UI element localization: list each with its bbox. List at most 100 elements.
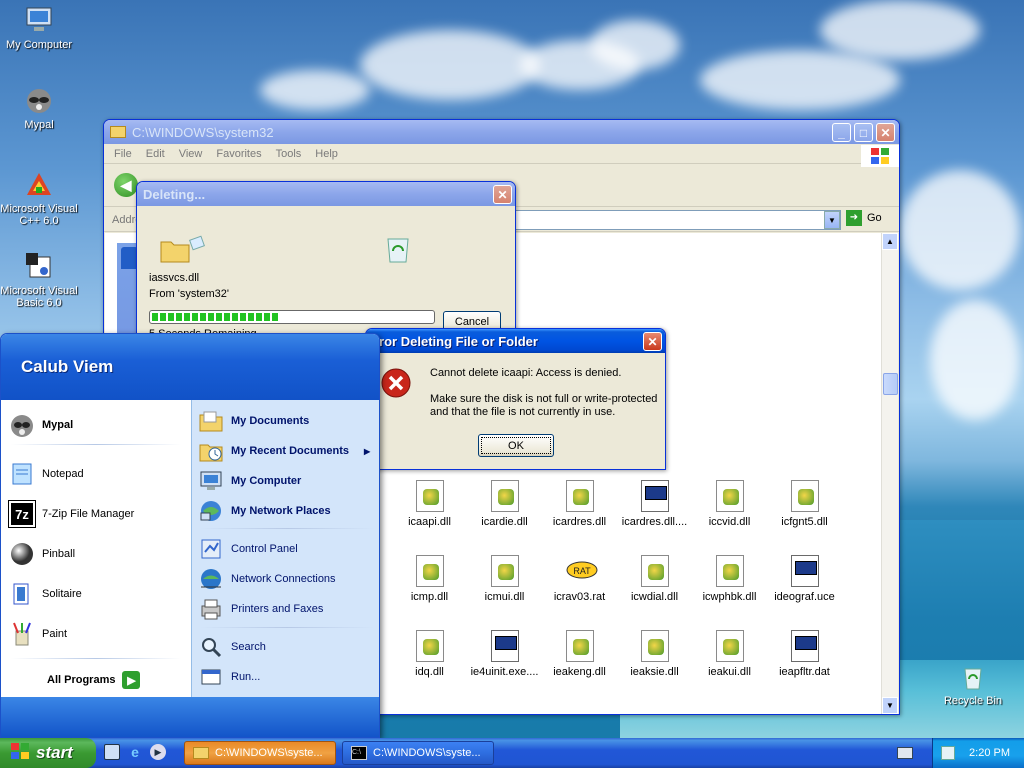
file-name: icwphbk.dll: [702, 591, 757, 603]
file-item[interactable]: idq.dll: [392, 630, 467, 678]
start-item-printers-faxes[interactable]: Printers and Faxes: [198, 594, 323, 624]
deleting-close-button[interactable]: ✕: [493, 185, 512, 204]
error-dialog[interactable]: rror Deleting File or Folder ✕ Cannot de…: [365, 328, 666, 470]
error-titlebar[interactable]: rror Deleting File or Folder: [366, 329, 665, 353]
file-item[interactable]: icaapi.dll: [392, 480, 467, 528]
start-item-my-network-places[interactable]: My Network Places: [198, 496, 331, 526]
flying-folder-icon: [159, 234, 209, 267]
menu-help[interactable]: Help: [315, 148, 338, 160]
task-cmd[interactable]: C:\ C:\WINDOWS\syste...: [342, 741, 494, 765]
scroll-thumb[interactable]: [883, 373, 898, 395]
file-item[interactable]: ieakeng.dll: [542, 630, 617, 678]
progress-bar: [149, 310, 435, 324]
file-item[interactable]: icwdial.dll: [617, 555, 692, 603]
task-explorer[interactable]: C:\WINDOWS\syste...: [184, 741, 336, 765]
keyboard-icon[interactable]: [897, 747, 913, 759]
file-item[interactable]: icmp.dll: [392, 555, 467, 603]
start-item-search[interactable]: Search: [198, 632, 266, 662]
start-item-network-connections[interactable]: Network Connections: [198, 564, 336, 594]
file-item[interactable]: icardres.dll: [542, 480, 617, 528]
printer-icon: [198, 596, 224, 622]
file-item[interactable]: icmui.dll: [467, 555, 542, 603]
dll-file-icon: [565, 630, 594, 662]
start-item-solitaire[interactable]: Solitaire: [9, 579, 82, 609]
start-item-paint[interactable]: Paint: [9, 619, 67, 649]
recycle-bin-icon: [383, 234, 413, 267]
go-button[interactable]: ➜ Go: [846, 210, 882, 226]
file-item[interactable]: ieakui.dll: [692, 630, 767, 678]
paint-icon: [9, 621, 35, 647]
menu-view[interactable]: View: [179, 148, 203, 160]
system-file-icon: [490, 630, 519, 662]
desktop-icon-visual-cpp[interactable]: Microsoft Visual C++ 6.0: [0, 168, 78, 227]
file-item[interactable]: icwphbk.dll: [692, 555, 767, 603]
dll-file-icon: [790, 480, 819, 512]
start-button[interactable]: start: [0, 738, 96, 768]
file-item[interactable]: RAT icrav03.rat: [542, 555, 617, 603]
network-icon: [198, 498, 224, 524]
start-item-mypal[interactable]: Mypal: [9, 410, 73, 440]
dialog-title: Deleting...: [143, 186, 206, 202]
quick-launch: e ▶: [104, 744, 166, 760]
dll-file-icon: [715, 555, 744, 587]
file-item[interactable]: icardie.dll: [467, 480, 542, 528]
show-desktop-icon[interactable]: [104, 744, 120, 760]
file-item[interactable]: icfgnt5.dll: [767, 480, 842, 528]
start-item-notepad[interactable]: Notepad: [9, 459, 84, 489]
progress-fill: [152, 313, 278, 321]
file-item[interactable]: icardres.dll....: [617, 480, 692, 528]
start-menu-left-column: Mypal Notepad 7z 7-Zip File Manager Pinb…: [1, 400, 191, 697]
explorer-titlebar[interactable]: C:\WINDOWS\system32: [104, 120, 899, 144]
vertical-scrollbar[interactable]: ▲ ▼: [881, 233, 898, 714]
deleting-titlebar[interactable]: Deleting...: [137, 182, 515, 206]
minimize-button[interactable]: _: [832, 123, 851, 142]
address-dropdown-button[interactable]: ▼: [824, 211, 840, 229]
menu-file[interactable]: File: [114, 148, 132, 160]
ok-button[interactable]: OK: [478, 434, 554, 457]
recycle-tray-icon[interactable]: [941, 746, 956, 760]
start-item-control-panel[interactable]: Control Panel: [198, 534, 298, 564]
dll-file-icon: [490, 480, 519, 512]
desktop-icon-my-computer[interactable]: My Computer: [0, 4, 78, 51]
deleting-dialog[interactable]: Deleting... ✕ iassvcs.dll From 'system32…: [136, 181, 516, 341]
menu-edit[interactable]: Edit: [146, 148, 165, 160]
file-name: ieakui.dll: [708, 666, 751, 678]
system-file-icon: [640, 480, 669, 512]
file-item[interactable]: ieaksie.dll: [617, 630, 692, 678]
desktop-icon-visual-basic[interactable]: Microsoft Visual Basic 6.0: [0, 250, 78, 309]
start-item-pinball[interactable]: Pinball: [9, 539, 75, 569]
7zip-icon: 7z: [8, 500, 36, 528]
chevron-down-icon: ▼: [828, 215, 836, 225]
dll-file-icon: [565, 480, 594, 512]
file-item[interactable]: ideograf.uce: [767, 555, 842, 603]
menu-favorites[interactable]: Favorites: [216, 148, 261, 160]
file-item[interactable]: ie4uinit.exe....: [467, 630, 542, 678]
internet-explorer-icon[interactable]: e: [127, 744, 143, 760]
start-item-my-recent-documents[interactable]: My Recent Documents ▶: [198, 436, 378, 466]
start-item-7zip[interactable]: 7z 7-Zip File Manager: [8, 499, 134, 529]
green-arrow-icon: ▶: [122, 671, 141, 689]
dll-file-icon: [490, 555, 519, 587]
back-button[interactable]: ◀: [114, 173, 138, 197]
desktop-icon-recycle-bin[interactable]: Recycle Bin: [934, 660, 1012, 707]
file-item[interactable]: iccvid.dll: [692, 480, 767, 528]
raccoon-icon: [9, 412, 35, 438]
scroll-down-button[interactable]: ▼: [882, 697, 898, 714]
file-name: iccvid.dll: [708, 516, 751, 528]
start-item-my-computer[interactable]: My Computer: [198, 466, 301, 496]
start-menu-right-column: My Documents My Recent Documents ▶ My Co…: [191, 400, 379, 697]
desktop-icon-mypal[interactable]: Mypal: [0, 84, 78, 131]
maximize-button[interactable]: □: [854, 123, 873, 142]
start-item-run[interactable]: Run...: [198, 662, 260, 692]
taskbar: start e ▶ C:\WINDOWS\syste... C:\ C:\WIN…: [0, 738, 1024, 768]
all-programs-button[interactable]: All Programs ▶: [47, 665, 141, 695]
scroll-up-button[interactable]: ▲: [882, 233, 898, 250]
rating-file-icon: RAT: [566, 555, 597, 587]
media-player-icon[interactable]: ▶: [150, 744, 166, 760]
error-hint-line-1: Make sure the disk is not full or write-…: [430, 393, 658, 405]
close-button[interactable]: ✕: [876, 123, 895, 142]
file-item[interactable]: ieapfltr.dat: [767, 630, 842, 678]
error-close-button[interactable]: ✕: [643, 332, 662, 351]
menu-tools[interactable]: Tools: [276, 148, 302, 160]
start-item-my-documents[interactable]: My Documents: [198, 406, 309, 436]
